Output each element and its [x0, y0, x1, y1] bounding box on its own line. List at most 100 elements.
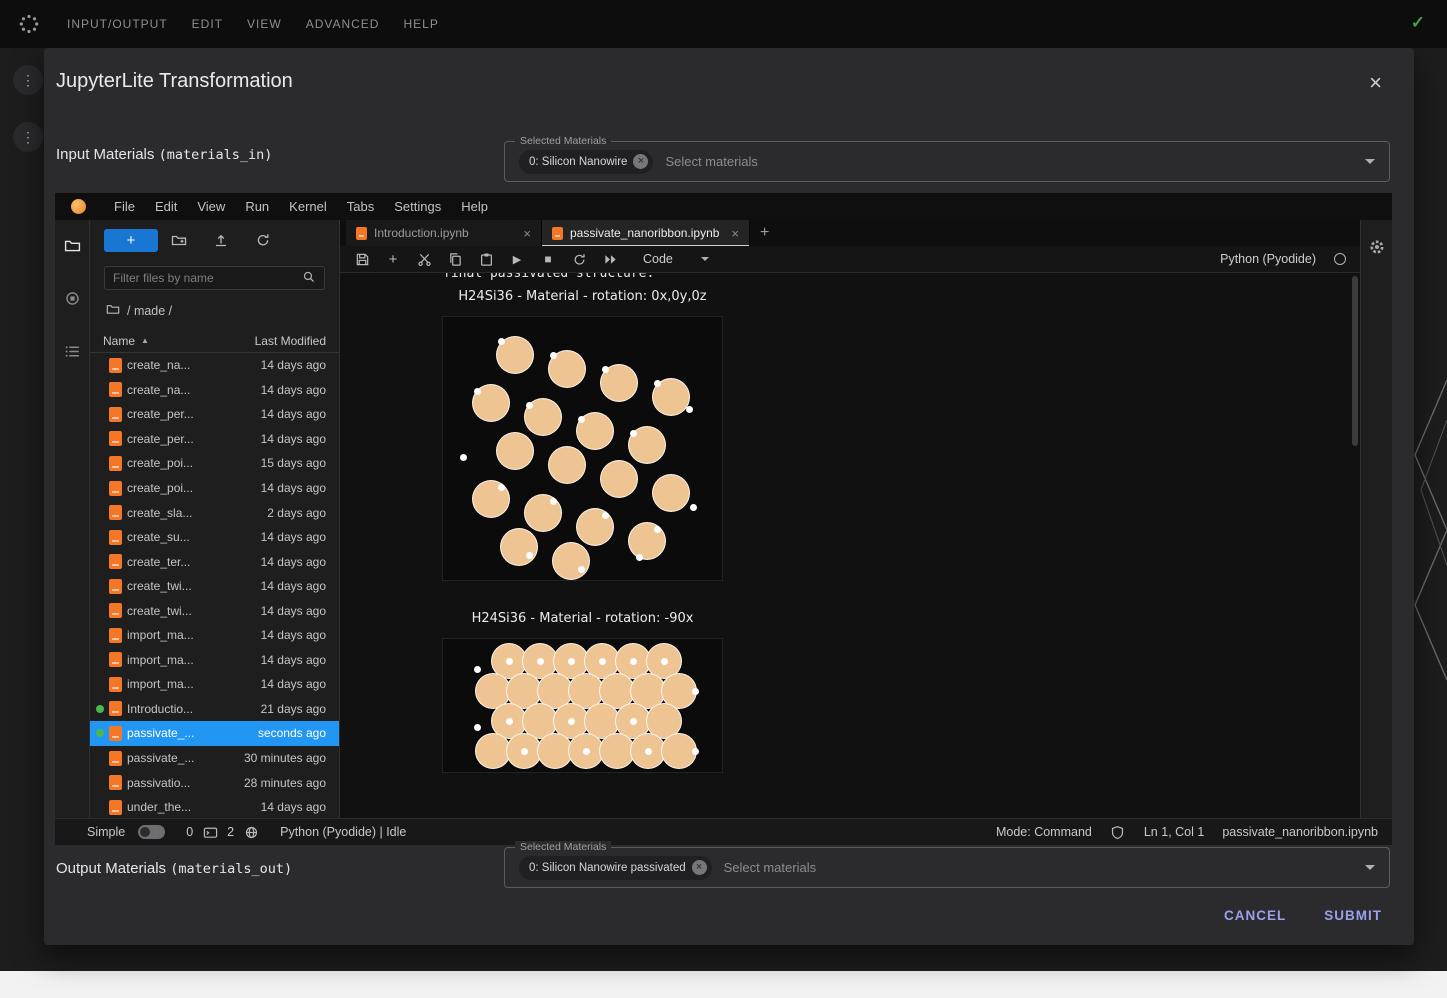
file-row[interactable]: create_poi...14 days ago: [90, 476, 339, 501]
app-menu-view[interactable]: VIEW: [247, 17, 282, 31]
file-row[interactable]: create_sla...2 days ago: [90, 500, 339, 525]
hydrogen-atom: [498, 484, 505, 491]
chip-delete-icon[interactable]: ×: [692, 860, 707, 875]
file-row[interactable]: create_twi...14 days ago: [90, 574, 339, 599]
file-row[interactable]: import_ma...14 days ago: [90, 623, 339, 648]
file-row[interactable]: create_na...14 days ago: [90, 378, 339, 403]
kebab-menu-icon[interactable]: ⋮: [13, 122, 43, 152]
stop-kernel-icon[interactable]: ■: [540, 251, 556, 267]
file-name: import_ma...: [127, 677, 194, 691]
app-menu-help[interactable]: HELP: [403, 17, 438, 31]
save-icon[interactable]: [354, 251, 370, 267]
filter-placeholder: Filter files by name: [113, 271, 214, 285]
add-tab-icon[interactable]: +: [760, 224, 769, 242]
kernel-name[interactable]: Python (Pyodide): [1220, 252, 1316, 266]
running-dot-placeholder: [96, 680, 104, 688]
gear-icon[interactable]: [1368, 238, 1386, 256]
paste-cell-icon[interactable]: [478, 251, 494, 267]
input-materials-select[interactable]: Selected Materials 0: Silicon Nanowire ×…: [504, 141, 1390, 182]
column-name[interactable]: Name: [103, 334, 135, 348]
file-modified: seconds ago: [258, 726, 326, 740]
file-row[interactable]: create_twi...14 days ago: [90, 598, 339, 623]
hydrogen-atom: [526, 402, 533, 409]
file-row[interactable]: passivate_...seconds ago: [90, 721, 339, 746]
lab-menu-help[interactable]: Help: [451, 199, 498, 214]
output-materials-select[interactable]: Selected Materials 0: Silicon Nanowire p…: [504, 847, 1390, 888]
copy-cell-icon[interactable]: [447, 251, 463, 267]
file-row[interactable]: passivate_...30 minutes ago: [90, 746, 339, 771]
notebook-file-icon: [109, 751, 122, 766]
restart-kernel-icon[interactable]: [571, 251, 587, 267]
file-modified: 14 days ago: [261, 383, 326, 397]
notebook-toolbar: + ▶ ■: [340, 246, 1360, 273]
column-last-modified[interactable]: Last Modified: [255, 334, 326, 348]
new-folder-icon[interactable]: [158, 232, 200, 248]
notebook-content[interactable]: final passivated structure: H24Si36 - Ma…: [340, 273, 1360, 818]
file-row[interactable]: create_ter...14 days ago: [90, 549, 339, 574]
notebook-file-icon: [109, 505, 122, 520]
lab-menu-tabs[interactable]: Tabs: [337, 199, 384, 214]
app-menu-input-output[interactable]: INPUT/OUTPUT: [67, 17, 168, 31]
new-launcher-button[interactable]: +: [104, 229, 158, 252]
file-modified: 14 days ago: [261, 579, 326, 593]
lab-menu-run[interactable]: Run: [235, 199, 279, 214]
lab-menu-settings[interactable]: Settings: [384, 199, 451, 214]
running-dot-placeholder: [96, 779, 104, 787]
file-list: create_na...14 days agocreate_na...14 da…: [90, 353, 339, 818]
refresh-icon[interactable]: [242, 232, 284, 248]
chevron-down-icon[interactable]: [1365, 159, 1375, 164]
file-row[interactable]: Introductio...21 days ago: [90, 697, 339, 722]
file-row[interactable]: import_ma...14 days ago: [90, 672, 339, 697]
file-modified: 28 minutes ago: [244, 776, 326, 790]
file-row[interactable]: import_ma...14 days ago: [90, 648, 339, 673]
material-chip[interactable]: 0: Silicon Nanowire passivated ×: [519, 856, 712, 880]
lab-menu-file[interactable]: File: [104, 199, 145, 214]
notebook-file-icon: [109, 382, 122, 397]
kernel-status-text[interactable]: Python (Pyodide) | Idle: [280, 825, 406, 839]
running-sessions-icon[interactable]: [63, 289, 81, 307]
submit-button[interactable]: SUBMIT: [1314, 900, 1392, 931]
run-cell-icon[interactable]: ▶: [509, 251, 525, 267]
cut-cell-icon[interactable]: [416, 251, 432, 267]
file-row[interactable]: create_per...14 days ago: [90, 427, 339, 452]
notebook-file-icon: [109, 652, 122, 667]
run-all-icon[interactable]: [602, 251, 618, 267]
file-row[interactable]: create_su...14 days ago: [90, 525, 339, 550]
table-of-contents-icon[interactable]: [63, 342, 81, 360]
chevron-down-icon[interactable]: [1365, 865, 1375, 870]
kebab-menu-icon[interactable]: ⋮: [13, 65, 43, 95]
file-row[interactable]: under_the...14 days ago: [90, 795, 339, 818]
close-icon[interactable]: ×: [1369, 72, 1382, 94]
file-row[interactable]: create_poi...15 days ago: [90, 451, 339, 476]
lab-menu-kernel[interactable]: Kernel: [279, 199, 337, 214]
add-cell-icon[interactable]: +: [385, 251, 401, 267]
material-chip[interactable]: 0: Silicon Nanowire ×: [519, 150, 653, 174]
file-row[interactable]: create_na...14 days ago: [90, 353, 339, 378]
notebook-file-icon: [109, 431, 122, 446]
app-menu-advanced[interactable]: ADVANCED: [306, 17, 380, 31]
chip-delete-icon[interactable]: ×: [633, 154, 648, 169]
lab-menu-edit[interactable]: Edit: [145, 199, 187, 214]
file-browser-toolbar: +: [90, 220, 339, 260]
lab-menu-view[interactable]: View: [187, 199, 235, 214]
tab-passivate-nanoribbon[interactable]: passivate_nanoribbon.ipynb ×: [542, 220, 750, 246]
app-logo-icon[interactable]: [17, 12, 41, 36]
file-name: create_na...: [127, 358, 190, 372]
kernel-status-icon[interactable]: [1334, 253, 1346, 265]
close-tab-icon[interactable]: ×: [523, 226, 531, 241]
file-row[interactable]: create_per...14 days ago: [90, 402, 339, 427]
tab-introduction[interactable]: Introduction.ipynb ×: [346, 220, 542, 246]
notebook-scrollbar[interactable]: [1352, 276, 1358, 446]
filter-files-input[interactable]: Filter files by name: [104, 266, 325, 290]
upload-icon[interactable]: [200, 232, 242, 248]
activity-bar: [55, 220, 90, 818]
cancel-button[interactable]: CANCEL: [1214, 900, 1296, 931]
app-menu-edit[interactable]: EDIT: [192, 17, 223, 31]
breadcrumb[interactable]: / made /: [106, 302, 339, 319]
file-row[interactable]: passivatio...28 minutes ago: [90, 770, 339, 795]
cell-type-dropdown[interactable]: Code: [643, 252, 709, 266]
close-tab-icon[interactable]: ×: [731, 226, 739, 241]
simple-mode-toggle[interactable]: [138, 825, 165, 839]
folder-icon[interactable]: [63, 236, 81, 254]
cursor-position[interactable]: Ln 1, Col 1: [1144, 825, 1204, 839]
